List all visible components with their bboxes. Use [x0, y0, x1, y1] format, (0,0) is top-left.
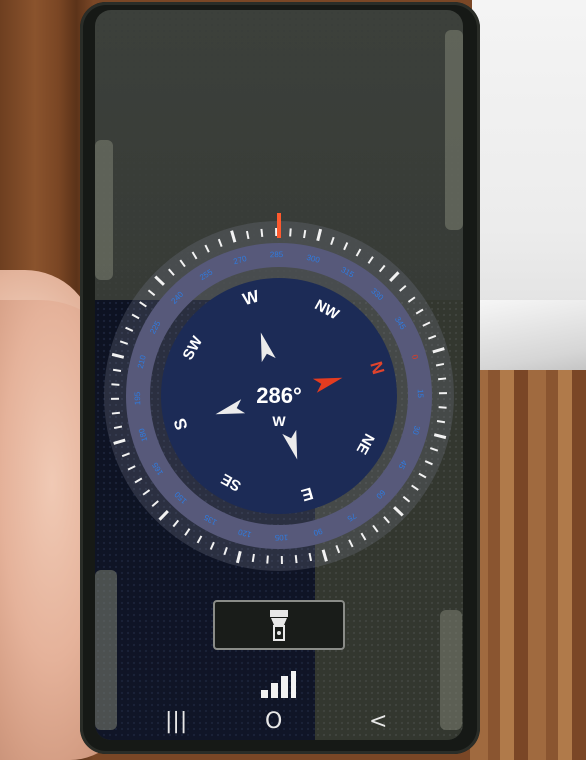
tick-mark: [294, 555, 298, 564]
tick-mark: [303, 229, 307, 239]
tick-mark: [251, 553, 255, 563]
tick-mark: [112, 368, 122, 372]
compass-dial: 0153045607590105120135150165180195210225…: [104, 213, 454, 571]
tick-mark: [436, 420, 446, 424]
degree-label: 105: [274, 533, 288, 542]
degree-label: 285: [270, 250, 284, 259]
screen-protector-wear-right: [445, 30, 463, 230]
tick-mark: [266, 555, 269, 564]
tick-mark: [289, 228, 292, 237]
photo-scene: 0 15 30 45 60 75 90 105 120 135 150 165 180 195 210 225…: [0, 0, 586, 760]
home-button[interactable]: O: [265, 708, 282, 736]
back-button[interactable]: <: [369, 708, 387, 736]
heading-direction: W: [272, 413, 286, 429]
tick-mark: [260, 228, 264, 237]
degree-label: 195: [133, 391, 142, 405]
degree-label: 15: [416, 389, 425, 399]
tick-mark: [111, 411, 120, 415]
floor-boards-right: [470, 370, 586, 760]
flashlight-button[interactable]: [213, 600, 345, 650]
tick-mark: [438, 406, 447, 409]
recents-button[interactable]: |||: [165, 708, 187, 736]
flashlight-icon: [270, 610, 288, 641]
bottom-controls: ||| O <: [95, 600, 463, 740]
white-object-edge: [472, 300, 586, 380]
tick-mark: [111, 383, 120, 386]
heading-degrees: 286°: [256, 383, 302, 408]
tick-mark: [438, 377, 447, 381]
signal-bars-icon: [261, 671, 296, 698]
navigation-bar: ||| O <: [95, 708, 463, 736]
